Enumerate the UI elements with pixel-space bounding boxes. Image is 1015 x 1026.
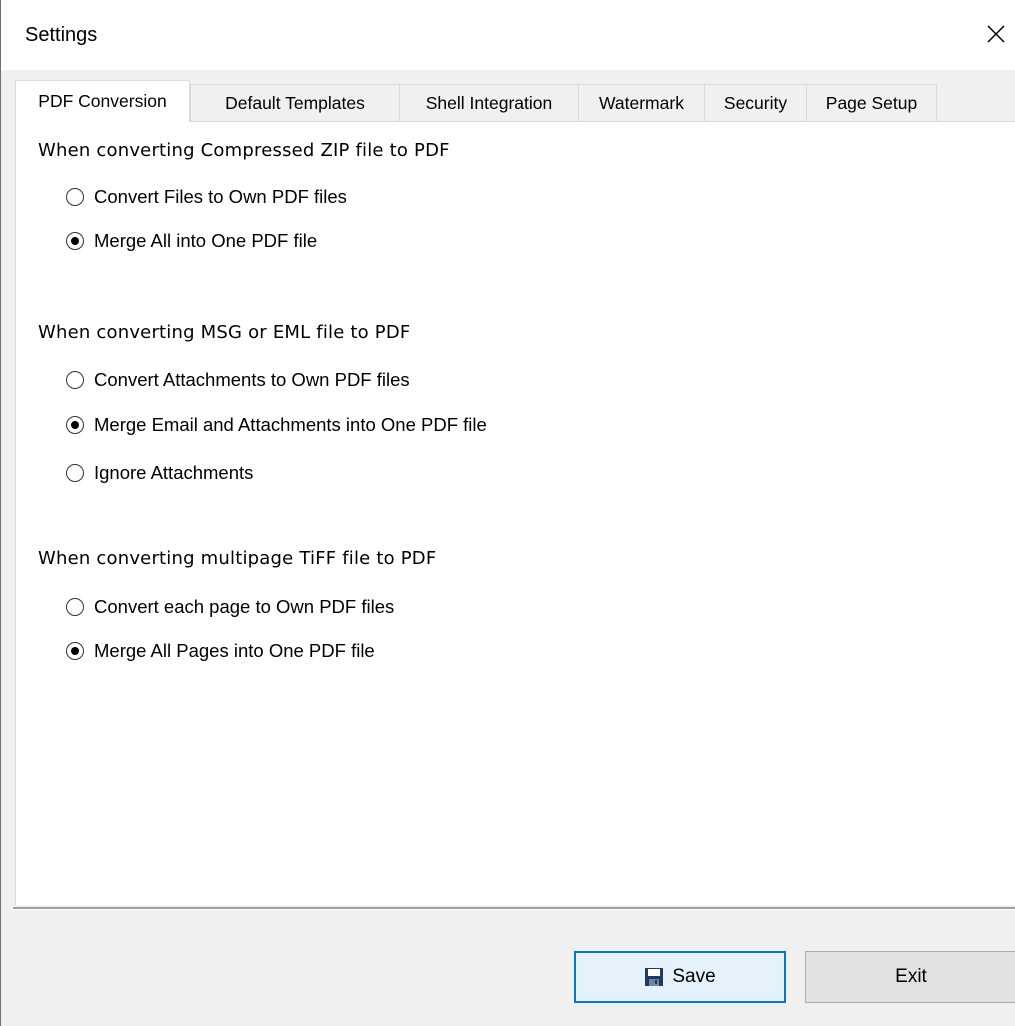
close-icon [986, 24, 1006, 49]
radio-label: Convert Files to Own PDF files [94, 186, 347, 207]
msg-group-title: When converting MSG or EML file to PDF [38, 322, 411, 343]
radio-button[interactable] [66, 464, 84, 482]
tiff-option-convert-each-page[interactable]: Convert each page to Own PDF files [66, 596, 394, 618]
tab-label: Shell Integration [425, 92, 553, 113]
tab-label: Page Setup [825, 92, 918, 113]
tab-label: Security [723, 92, 788, 113]
tab-watermark[interactable]: Watermark [578, 84, 705, 121]
tab-default-templates[interactable]: Default Templates [190, 84, 400, 121]
tab-security[interactable]: Security [704, 84, 807, 121]
radio-label: Convert Attachments to Own PDF files [94, 369, 410, 390]
tab-page-setup[interactable]: Page Setup [806, 84, 937, 121]
tiff-option-merge-all-pages[interactable]: Merge All Pages into One PDF file [66, 640, 375, 662]
radio-label: Ignore Attachments [94, 462, 254, 483]
msg-option-convert-attachments[interactable]: Convert Attachments to Own PDF files [66, 369, 410, 391]
tab-label: Watermark [599, 92, 684, 113]
title-bar: Settings [1, 0, 1015, 70]
save-button-label: Save [672, 966, 716, 987]
tab-strip: PDF Conversion Default Templates Shell I… [15, 80, 1015, 122]
save-button[interactable]: Save [574, 951, 786, 1003]
zip-group-title: When converting Compressed ZIP file to P… [38, 140, 450, 161]
settings-window: Settings PDF Conversion Default Template… [0, 0, 1015, 1026]
msg-option-merge-email[interactable]: Merge Email and Attachments into One PDF… [66, 414, 487, 436]
radio-label: Convert each page to Own PDF files [94, 596, 395, 617]
radio-button[interactable] [66, 642, 84, 660]
radio-button[interactable] [66, 598, 84, 616]
msg-option-ignore-attachments[interactable]: Ignore Attachments [66, 462, 253, 484]
radio-button[interactable] [66, 232, 84, 250]
radio-label: Merge Email and Attachments into One PDF… [94, 414, 487, 435]
radio-label: Merge All Pages into One PDF file [94, 640, 375, 661]
exit-button-label: Exit [895, 966, 927, 987]
floppy-disk-icon [644, 967, 664, 987]
zip-option-convert-files[interactable]: Convert Files to Own PDF files [66, 186, 347, 208]
zip-option-merge-all[interactable]: Merge All into One PDF file [66, 230, 317, 252]
tiff-group-title: When converting multipage TiFF file to P… [38, 548, 437, 569]
exit-button[interactable]: Exit [805, 951, 1015, 1003]
tab-pdf-conversion[interactable]: PDF Conversion [15, 80, 190, 122]
tab-label: PDF Conversion [38, 91, 167, 111]
pdf-conversion-panel: When converting Compressed ZIP file to P… [15, 121, 1015, 905]
close-button[interactable] [976, 14, 1015, 58]
radio-button[interactable] [66, 371, 84, 389]
tab-shell-integration[interactable]: Shell Integration [399, 84, 579, 121]
window-title: Settings [25, 24, 98, 46]
footer-separator [13, 907, 1015, 910]
tab-label: Default Templates [225, 92, 365, 113]
radio-button[interactable] [66, 188, 84, 206]
radio-button[interactable] [66, 416, 84, 434]
radio-label: Merge All into One PDF file [94, 230, 318, 251]
